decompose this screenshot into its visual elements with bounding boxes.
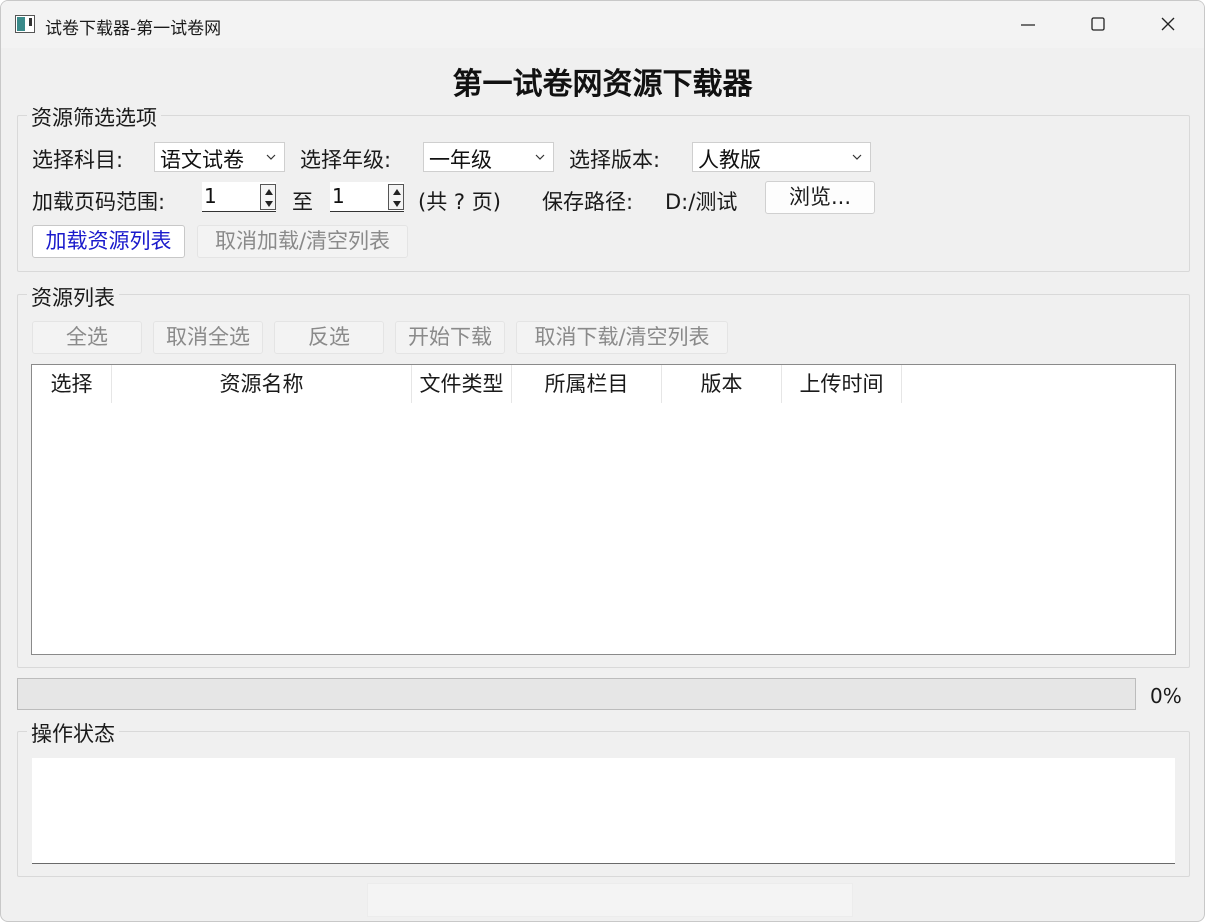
column-header-upload-time[interactable]: 上传时间 bbox=[782, 365, 902, 403]
grade-select-value: 一年级 bbox=[429, 148, 492, 172]
maximize-icon bbox=[1091, 17, 1105, 31]
subject-select-value: 语文试卷 bbox=[160, 148, 244, 172]
status-bar bbox=[367, 883, 853, 917]
close-button[interactable] bbox=[1133, 1, 1203, 48]
browse-button[interactable]: 浏览... bbox=[765, 181, 875, 214]
select-all-button[interactable]: 全选 bbox=[32, 321, 142, 354]
total-pages-label: (共 ? 页) bbox=[418, 190, 501, 214]
start-download-button[interactable]: 开始下载 bbox=[395, 321, 505, 354]
arrow-down-icon bbox=[393, 201, 401, 207]
status-group-title: 操作状态 bbox=[27, 718, 119, 748]
load-resource-list-button[interactable]: 加载资源列表 bbox=[32, 225, 185, 258]
save-path-value: D:/测试 bbox=[665, 190, 738, 214]
column-header-name[interactable]: 资源名称 bbox=[112, 365, 412, 403]
app-window: 试卷下载器-第一试卷网 第一试卷网资源下载器 资源筛选选项 选择科目: 语文试卷… bbox=[0, 0, 1205, 922]
cancel-download-button[interactable]: 取消下载/清空列表 bbox=[516, 321, 728, 354]
page-title: 第一试卷网资源下载器 bbox=[452, 67, 753, 102]
edition-select-value: 人教版 bbox=[698, 148, 761, 172]
arrow-up-icon bbox=[393, 189, 401, 195]
edition-label: 选择版本: bbox=[569, 148, 661, 172]
page-from-spinbox[interactable]: 1 bbox=[202, 182, 276, 212]
page-from-stepper[interactable] bbox=[260, 184, 276, 210]
column-header-file-type[interactable]: 文件类型 bbox=[412, 365, 512, 403]
subject-select[interactable]: 语文试卷 bbox=[154, 142, 285, 172]
minimize-button[interactable] bbox=[993, 1, 1063, 48]
status-log[interactable] bbox=[32, 758, 1175, 864]
chevron-down-icon bbox=[535, 154, 545, 160]
chevron-down-icon bbox=[852, 154, 862, 160]
invert-selection-button[interactable]: 反选 bbox=[274, 321, 384, 354]
page-to-spinbox[interactable]: 1 bbox=[330, 182, 404, 212]
app-window-icon bbox=[15, 15, 35, 33]
window-title: 试卷下载器-第一试卷网 bbox=[45, 19, 222, 39]
column-header-category[interactable]: 所属栏目 bbox=[512, 365, 662, 403]
resource-table[interactable]: 选择 资源名称 文件类型 所属栏目 版本 上传时间 bbox=[31, 364, 1176, 655]
subject-label: 选择科目: bbox=[32, 148, 124, 172]
progress-percent: 0% bbox=[1150, 684, 1182, 708]
save-path-label: 保存路径: bbox=[542, 190, 634, 214]
column-header-edition[interactable]: 版本 bbox=[662, 365, 782, 403]
page-range-label: 加载页码范围: bbox=[32, 190, 166, 214]
to-label: 至 bbox=[292, 190, 313, 214]
page-to-value: 1 bbox=[332, 184, 345, 208]
deselect-all-button[interactable]: 取消全选 bbox=[153, 321, 263, 354]
resource-list-group-title: 资源列表 bbox=[27, 282, 119, 312]
chevron-down-icon bbox=[266, 154, 276, 160]
maximize-button[interactable] bbox=[1063, 1, 1133, 48]
close-icon bbox=[1161, 17, 1175, 31]
edition-select[interactable]: 人教版 bbox=[692, 142, 871, 172]
page-to-stepper[interactable] bbox=[388, 184, 404, 210]
title-bar[interactable]: 试卷下载器-第一试卷网 bbox=[1, 1, 1204, 48]
cancel-load-button[interactable]: 取消加载/清空列表 bbox=[197, 225, 408, 258]
download-progress-bar bbox=[17, 678, 1136, 710]
page-from-value: 1 bbox=[204, 184, 217, 208]
grade-select[interactable]: 一年级 bbox=[423, 142, 554, 172]
column-header-select[interactable]: 选择 bbox=[32, 365, 112, 403]
filter-group-title: 资源筛选选项 bbox=[27, 102, 161, 132]
minimize-icon bbox=[1021, 24, 1035, 26]
arrow-down-icon bbox=[265, 201, 273, 207]
arrow-up-icon bbox=[265, 189, 273, 195]
grade-label: 选择年级: bbox=[300, 148, 392, 172]
